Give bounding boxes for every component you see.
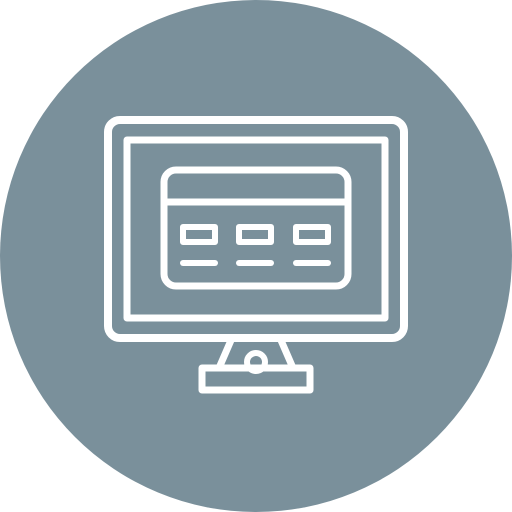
- icon-canvas: [0, 0, 512, 512]
- desktop-monitor-credit-card-icon: [0, 0, 512, 512]
- background-circle: [0, 0, 512, 512]
